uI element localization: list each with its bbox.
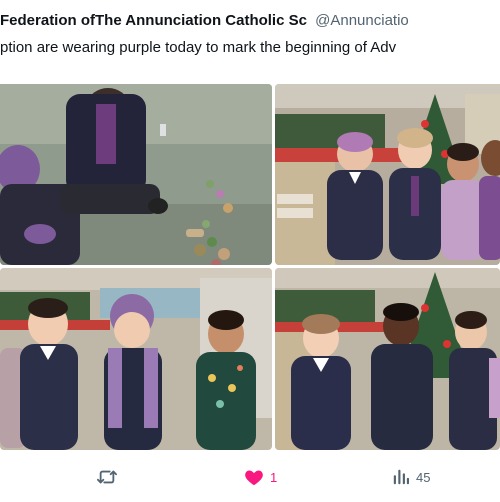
media-grid — [0, 84, 500, 450]
like-count: 1 — [270, 469, 278, 485]
author-name[interactable]: Federation ofThe Annunciation Catholic S… — [0, 12, 307, 29]
heart-icon — [244, 468, 264, 486]
views-icon — [392, 468, 410, 486]
author-handle[interactable]: @Annunciatio — [315, 12, 409, 29]
photo-scene — [275, 84, 500, 265]
tweet-header: Federation ofThe Annunciation Catholic S… — [0, 0, 500, 34]
tweet-actions: 1 45 — [0, 456, 500, 498]
photo-scene — [0, 268, 272, 450]
tweet-text: ption are wearing purple today to mark t… — [0, 39, 397, 56]
photo-scene — [0, 84, 272, 265]
photo-children-on-carpet[interactable] — [0, 84, 272, 265]
like-button[interactable]: 1 — [244, 466, 277, 488]
photo-scene — [275, 268, 500, 450]
photo-children-purple-scarves[interactable] — [0, 268, 272, 450]
views-count: 45 — [416, 469, 431, 485]
photo-children-by-display[interactable] — [275, 268, 500, 450]
retweet-icon — [96, 467, 118, 487]
retweet-button[interactable] — [96, 466, 124, 488]
views-button[interactable]: 45 — [392, 466, 430, 488]
photo-children-by-tree[interactable] — [275, 84, 500, 265]
